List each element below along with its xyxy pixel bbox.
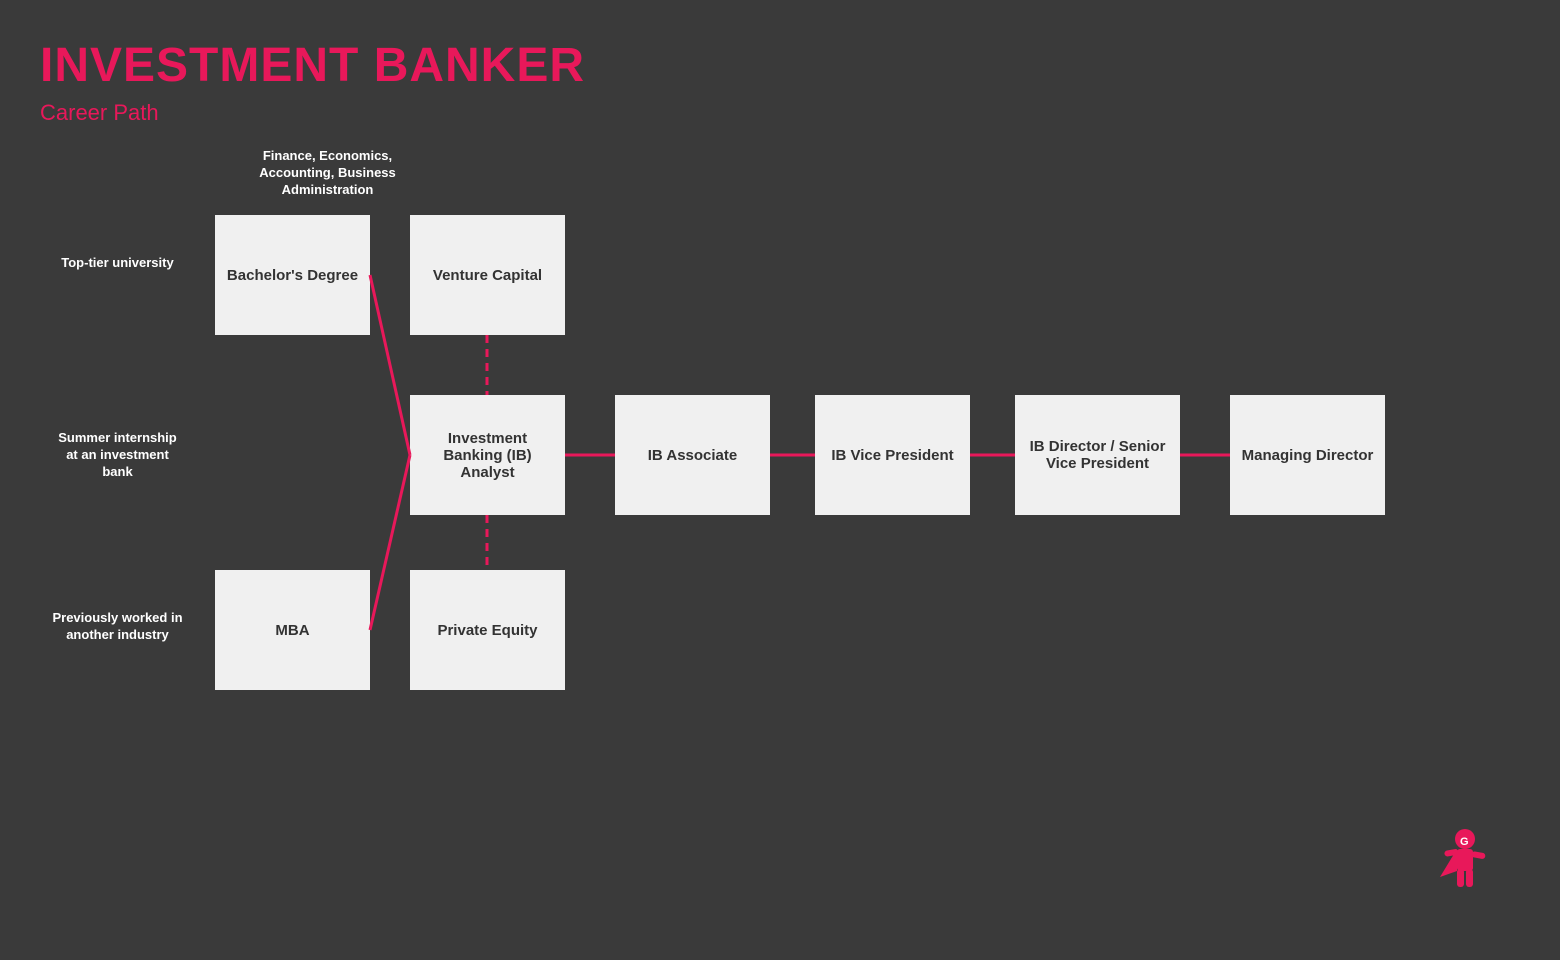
label-top-tier: Top-tier university	[30, 255, 205, 272]
svg-text:G: G	[1460, 836, 1469, 848]
card-ib-analyst: InvestmentBanking (IB)Analyst	[410, 395, 565, 515]
card-ib-associate: IB Associate	[615, 395, 770, 515]
card-mba: MBA	[215, 570, 370, 690]
logo-icon: G	[1430, 825, 1500, 905]
education-label: Finance, Economics,Accounting, BusinessA…	[250, 148, 405, 199]
label-summer-internship: Summer internshipat an investmentbank	[30, 430, 205, 481]
page-subtitle: Career Path	[40, 100, 159, 126]
logo-area: G	[1430, 825, 1500, 910]
page-title: INVESTMENT BANKER	[40, 38, 585, 93]
card-ib-vp: IB Vice President	[815, 395, 970, 515]
card-venture-capital: Venture Capital	[410, 215, 565, 335]
card-managing-director: Managing Director	[1230, 395, 1385, 515]
label-previously-worked: Previously worked inanother industry	[30, 610, 205, 644]
card-bachelors: Bachelor's Degree	[215, 215, 370, 335]
card-ib-director: IB Director / SeniorVice President	[1015, 395, 1180, 515]
card-private-equity: Private Equity	[410, 570, 565, 690]
